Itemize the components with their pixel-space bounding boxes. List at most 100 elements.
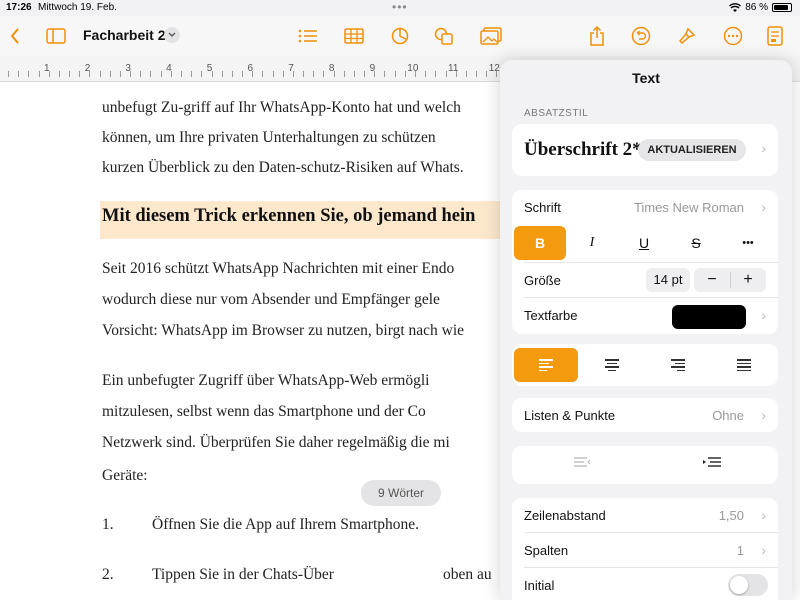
- sidebar-icon: [46, 28, 66, 44]
- list-icon: [298, 29, 317, 43]
- italic-button[interactable]: I: [566, 226, 618, 260]
- battery-icon: [772, 3, 792, 12]
- chevron-right-icon: ›: [761, 140, 766, 156]
- list-number: 1.: [102, 516, 114, 533]
- more-button[interactable]: [722, 24, 744, 48]
- ruler-tick: [384, 71, 386, 77]
- list-item-text[interactable]: Tippen Sie in der Chats-Über: [152, 566, 334, 584]
- ruler-tick: [374, 71, 376, 77]
- increase-size-button[interactable]: +: [730, 268, 766, 292]
- ruler-tick: [211, 71, 213, 77]
- bold-button[interactable]: B: [514, 226, 566, 260]
- format-button[interactable]: [676, 24, 698, 48]
- underline-button[interactable]: U: [618, 226, 670, 260]
- ruler-tick: [435, 71, 437, 77]
- ruler-tick: [313, 71, 315, 77]
- ruler-tick: [69, 71, 71, 77]
- heading-text[interactable]: Mit diesem Trick erkennen Sie, ob jemand…: [102, 206, 475, 227]
- ruler-tick: [292, 71, 294, 77]
- ruler-tick: [8, 71, 9, 77]
- list-item-text-tail[interactable]: oben au: [443, 566, 492, 584]
- text-line[interactable]: wodurch diese nur vom Absender und Empfä…: [102, 291, 440, 309]
- text-line[interactable]: Vorsicht: WhatsApp im Browser zu nutzen,…: [102, 322, 464, 340]
- section-caption: ABSATZSTIL: [524, 108, 589, 119]
- ruler-tick: [79, 71, 81, 77]
- ruler-number: 10: [407, 63, 419, 74]
- justify-button[interactable]: [712, 348, 776, 382]
- increase-indent-button[interactable]: [682, 456, 742, 476]
- table-button[interactable]: [342, 24, 366, 48]
- size-label: Größe: [524, 273, 561, 288]
- word-count-pill[interactable]: 9 Wörter: [361, 480, 441, 506]
- font-card: Schrift Times New Roman › B I U S ••• Gr…: [512, 190, 778, 334]
- toolbar: Facharbeit 2: [0, 16, 800, 56]
- sidebar-button[interactable]: [44, 24, 68, 48]
- text-color-swatch[interactable]: [672, 305, 746, 329]
- lists-row[interactable]: Listen & Punkte Ohne ›: [512, 398, 778, 432]
- ruler-tick: [180, 71, 182, 77]
- initial-label: Initial: [524, 578, 555, 593]
- list-item-text[interactable]: Öffnen Sie die App auf Ihrem Smartphone.: [152, 516, 419, 534]
- font-row[interactable]: Schrift Times New Roman ›: [512, 190, 778, 224]
- font-value: Times New Roman: [633, 200, 744, 215]
- chevron-right-icon: ›: [761, 407, 766, 423]
- text-line[interactable]: können, um Ihre privaten Unterhaltungen …: [102, 129, 436, 147]
- ruler-number: 12: [488, 63, 500, 74]
- chevron-left-icon: [10, 28, 19, 44]
- ruler-tick: [160, 71, 162, 77]
- initial-row: Initial: [512, 568, 778, 600]
- title-menu-button[interactable]: [164, 27, 180, 43]
- align-left-button[interactable]: [514, 348, 578, 382]
- text-line[interactable]: mitzulesen, selbst wenn das Smartphone u…: [102, 403, 426, 421]
- back-button[interactable]: [6, 24, 24, 48]
- decrease-indent-button[interactable]: [552, 456, 612, 476]
- document-title[interactable]: Facharbeit 2: [83, 27, 165, 43]
- chart-button[interactable]: [388, 24, 412, 48]
- multitasking-dots[interactable]: •••: [392, 0, 408, 14]
- columns-value: 1: [736, 543, 744, 558]
- columns-row[interactable]: Spalten 1 ›: [512, 533, 778, 567]
- decrease-size-button[interactable]: −: [694, 268, 730, 292]
- text-line[interactable]: unbefugt Zu-griff auf Ihr WhatsApp-Konto…: [102, 99, 461, 117]
- paragraph-style-name[interactable]: Überschrift 2*: [524, 139, 642, 161]
- ruler-tick: [221, 71, 223, 77]
- ruler-tick: [303, 71, 305, 77]
- ruler-tick: [28, 71, 30, 77]
- lists-card: Listen & Punkte Ohne ›: [512, 398, 778, 432]
- ruler-tick: [231, 71, 233, 77]
- text-color-row[interactable]: Textfarbe ›: [512, 298, 778, 332]
- size-value[interactable]: 14 pt: [646, 268, 690, 292]
- text-line[interactable]: Ein unbefugter Zugriff über WhatsApp-Web…: [102, 372, 429, 390]
- ruler-tick: [486, 71, 488, 77]
- more-styles-button[interactable]: •••: [722, 226, 774, 260]
- text-line[interactable]: Netzwerk sind. Überprüfen Sie daher rege…: [102, 434, 450, 452]
- status-time: 17:26: [6, 2, 32, 13]
- list-button[interactable]: [296, 24, 320, 48]
- ruler-tick: [109, 71, 111, 77]
- alignment-card: [512, 344, 778, 386]
- ruler-tick: [140, 71, 142, 77]
- undo-icon: [631, 26, 651, 46]
- paragraph-style-card[interactable]: Überschrift 2* AKTUALISIEREN ›: [512, 124, 778, 176]
- share-button[interactable]: [586, 24, 608, 48]
- undo-button[interactable]: [630, 24, 652, 48]
- document-setup-button[interactable]: [764, 24, 786, 48]
- text-line[interactable]: Seit 2016 schützt WhatsApp Nachrichten m…: [102, 260, 454, 278]
- ruler-tick: [333, 71, 335, 77]
- shapes-button[interactable]: [432, 24, 456, 48]
- chevron-down-icon: [168, 32, 176, 37]
- media-button[interactable]: [478, 24, 504, 48]
- align-right-button[interactable]: [646, 348, 710, 382]
- text-line[interactable]: Geräte:: [102, 467, 148, 485]
- strikethrough-button[interactable]: S: [670, 226, 722, 260]
- ruler-tick: [99, 71, 101, 77]
- text-line[interactable]: kurzen Überblick zu den Daten-schutz-Ris…: [102, 159, 464, 177]
- shapes-icon: [434, 27, 453, 45]
- initial-toggle[interactable]: [728, 574, 768, 596]
- spacing-card: Zeilenabstand 1,50 › Spalten 1 › Initial: [512, 498, 778, 600]
- line-spacing-label: Zeilenabstand: [524, 508, 606, 523]
- ruler-tick: [455, 71, 457, 77]
- update-style-button[interactable]: AKTUALISIEREN: [638, 139, 746, 161]
- line-spacing-row[interactable]: Zeilenabstand 1,50 ›: [512, 498, 778, 532]
- align-center-button[interactable]: [580, 348, 644, 382]
